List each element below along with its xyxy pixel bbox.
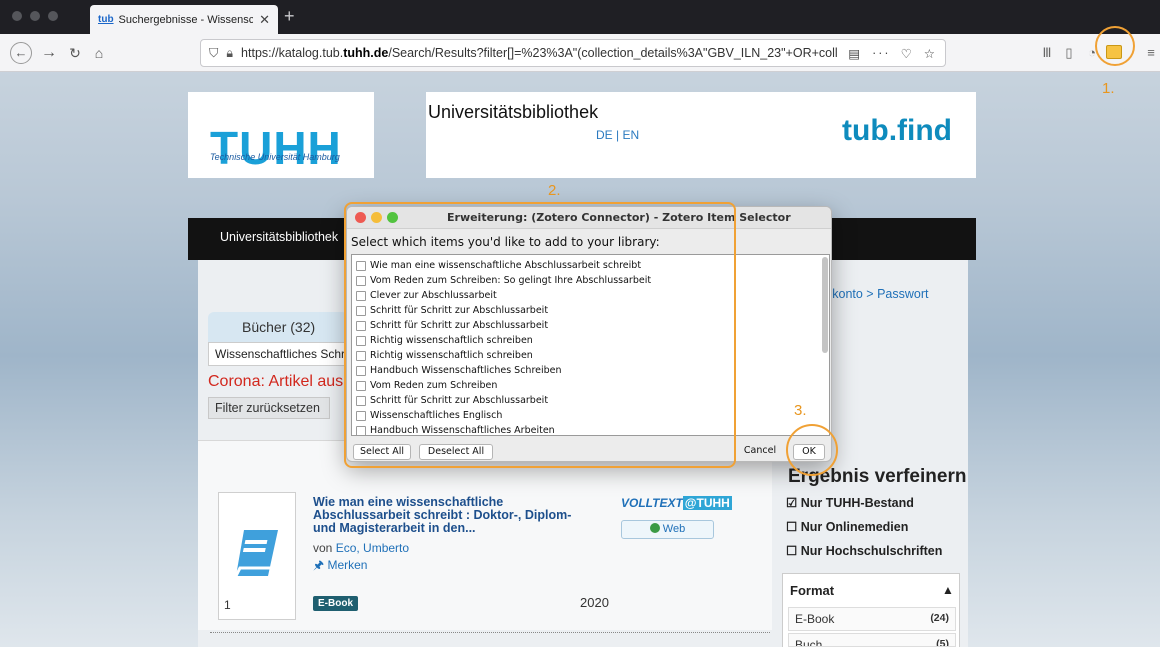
window-close-button[interactable]	[12, 11, 22, 21]
close-tab-icon[interactable]: ✕	[259, 12, 270, 28]
list-scrollbar[interactable]	[822, 257, 828, 353]
logo-text: TUHH	[210, 122, 342, 174]
new-tab-icon[interactable]: +	[284, 6, 295, 27]
collapse-triangle-icon[interactable]: ▲	[942, 583, 954, 597]
web-button[interactable]: Web	[621, 520, 714, 539]
cancel-button[interactable]: Cancel	[737, 444, 783, 460]
format-heading[interactable]: Format	[790, 583, 834, 598]
forward-button[interactable]: →	[38, 42, 60, 64]
filter-theses-checkbox[interactable]: ☐ Nur Hochschulschriften	[786, 543, 942, 558]
brand-logo[interactable]: tub.find	[842, 114, 952, 148]
tab-favicon: tub	[98, 14, 114, 25]
result-number: 1	[224, 598, 231, 612]
tab-title: Suchergebnisse - Wissenschaftl	[118, 13, 254, 26]
filter-online-checkbox[interactable]: ☐ Nur Onlinemedien	[786, 519, 908, 534]
pocket-icon[interactable]: ♡	[901, 46, 914, 61]
lock-icon[interactable]: 🔒︎	[226, 46, 233, 61]
globe-icon	[649, 523, 660, 533]
annotation-ring-3	[786, 424, 838, 476]
annotation-label-3: 3.	[794, 402, 807, 419]
pin-icon: 🖈︎	[313, 558, 325, 572]
logo-subtitle: Technische Universität Hamburg	[210, 152, 340, 162]
book-icon	[234, 530, 278, 577]
page-actions-icon[interactable]: ···	[872, 46, 891, 60]
corona-notice[interactable]: Corona: Artikel aus Z	[208, 373, 357, 391]
annotation-ring-1	[1095, 26, 1135, 66]
tuhh-logo[interactable]: TUHH Technische Universität Hamburg	[188, 92, 374, 178]
format-option-book[interactable]: Buch (5)	[788, 633, 956, 647]
back-button[interactable]: ←	[10, 42, 32, 64]
sidebar-icon[interactable]: ▯	[1060, 44, 1078, 62]
browser-tab[interactable]: tub Suchergebnisse - Wissenschaftl ✕	[90, 5, 278, 34]
annotation-label-1: 1.	[1102, 80, 1115, 97]
result-title[interactable]: Wie man eine wissenschaftliche Abschluss…	[313, 496, 573, 535]
address-bar[interactable]: ⛉ 🔒︎ https://katalog.tub.tuhh.de/Search/…	[200, 39, 946, 67]
bookmark-link[interactable]: 🖈︎ Merken	[313, 556, 367, 577]
annotation-box-2	[344, 202, 736, 468]
search-input[interactable]: Wissenschaftliches Schreiben	[208, 342, 358, 366]
window-minimize-button[interactable]	[30, 11, 40, 21]
author-link[interactable]: Eco, Umberto	[336, 541, 409, 555]
shield-icon[interactable]: ⛉	[209, 46, 218, 61]
result-year: 2020	[580, 595, 609, 610]
format-option-ebook[interactable]: E-Book (24)	[788, 607, 956, 631]
library-icon[interactable]: Ⅲ	[1038, 44, 1056, 62]
language-switch[interactable]: DE | EN	[596, 128, 639, 142]
browser-toolbar: ← → ↻ ⌂ ⛉ 🔒︎ https://katalog.tub.tuhh.de…	[0, 34, 1160, 72]
library-title: Universitätsbibliothek	[428, 102, 599, 122]
format-badge: E-Book	[313, 596, 358, 611]
header-banner: Universitätsbibliothek DE | EN tub.find	[426, 92, 976, 178]
tab-books[interactable]: Bücher (32)	[208, 312, 348, 342]
reload-icon[interactable]: ↻	[64, 42, 86, 64]
divider	[210, 632, 770, 633]
url-text: https://katalog.tub.tuhh.de/Search/Resul…	[241, 46, 839, 60]
volltext-link[interactable]: VOLLTEXT @TUHH	[621, 496, 732, 510]
annotation-label-2: 2.	[548, 182, 561, 199]
bookmark-star-icon[interactable]: ☆	[924, 46, 937, 61]
reader-view-icon[interactable]: ▤	[848, 46, 862, 61]
result-author: von Eco, Umberto	[313, 541, 410, 555]
menu-item-library[interactable]: Universitätsbibliothek	[220, 230, 338, 244]
menu-icon[interactable]: ≡	[1142, 44, 1160, 62]
home-icon[interactable]: ⌂	[88, 42, 110, 64]
filter-reset-button[interactable]: Filter zurücksetzen	[208, 397, 330, 419]
filter-tuhh-checkbox[interactable]: ☑ Nur TUHH-Bestand	[786, 495, 914, 510]
account-links[interactable]: skonto > Passwort	[826, 287, 928, 301]
window-zoom-button[interactable]	[48, 11, 58, 21]
